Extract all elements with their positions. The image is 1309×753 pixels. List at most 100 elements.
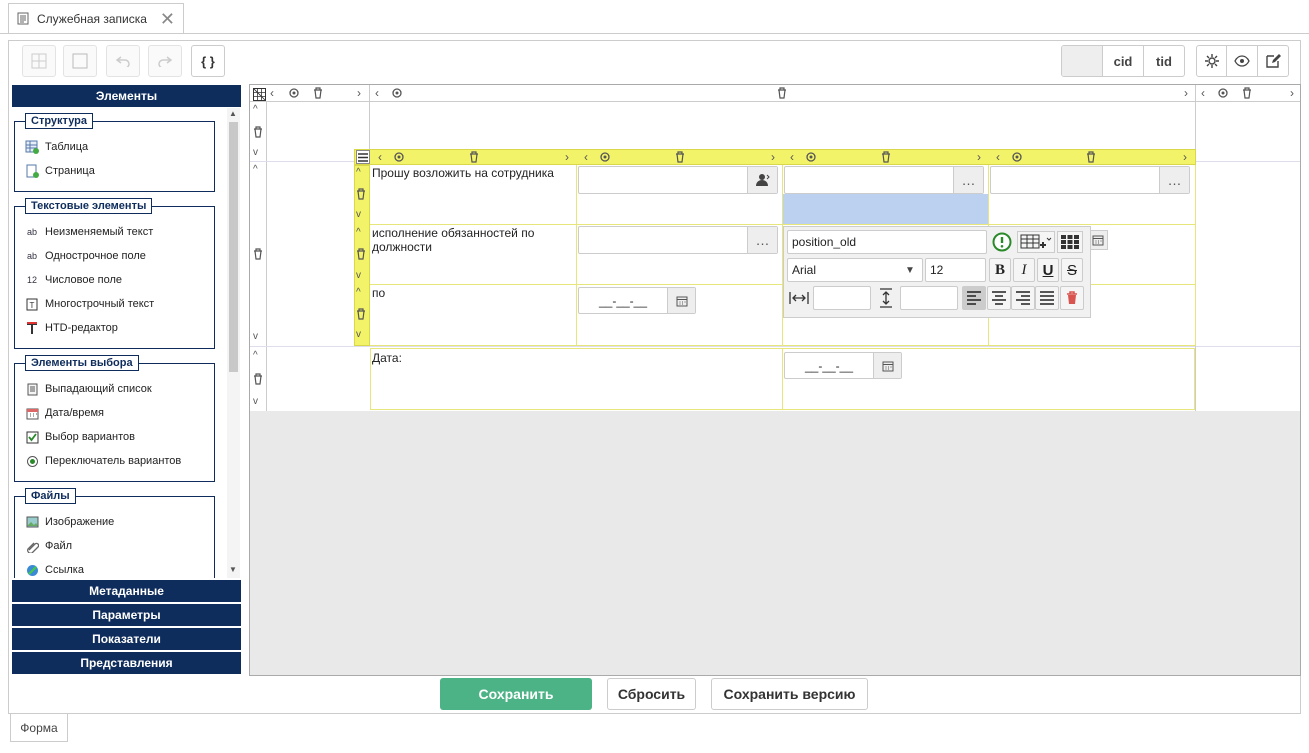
empty-toggle[interactable] — [1062, 46, 1103, 76]
row3-up-icon[interactable]: ^ — [253, 350, 258, 361]
row1-delete-icon[interactable] — [253, 126, 263, 138]
nrow1-down-icon[interactable]: v — [356, 209, 361, 220]
chevron-down-icon[interactable]: ▼ — [898, 265, 922, 276]
ellipsis-button-2[interactable]: … — [953, 167, 983, 193]
font-size-input[interactable]: 12 — [925, 258, 986, 282]
ncol2-delete-icon[interactable] — [675, 151, 685, 163]
nested-menu-icon[interactable] — [356, 150, 370, 164]
nrow1-delete-icon[interactable] — [356, 188, 366, 200]
element-dropdown[interactable]: Выпадающий список — [25, 382, 152, 396]
align-left-button[interactable] — [962, 286, 986, 310]
until-date-calendar-button[interactable] — [667, 288, 695, 313]
row3-down-icon[interactable]: v — [253, 396, 258, 407]
height-input[interactable] — [900, 286, 958, 310]
nrow3-down-icon[interactable]: v — [356, 329, 361, 340]
accordion-indicators[interactable]: Показатели — [12, 628, 241, 650]
until-date-input[interactable]: __-__-__ — [579, 294, 667, 308]
element-table[interactable]: Таблица — [25, 140, 88, 154]
col1-settings-icon[interactable] — [288, 87, 300, 99]
elements-header[interactable]: Элементы — [12, 85, 241, 107]
ncol2-left-icon[interactable]: ‹ — [584, 150, 588, 164]
width-input[interactable] — [813, 286, 871, 310]
ncol1-right-icon[interactable]: › — [565, 150, 569, 164]
insert-table-dropdown[interactable] — [1017, 231, 1055, 253]
col1-right-arrow-icon[interactable]: › — [357, 86, 361, 100]
ncol2-settings-icon[interactable] — [599, 151, 611, 163]
document-tab[interactable]: Служебная записка ✕ — [8, 3, 184, 33]
accordion-parameters[interactable]: Параметры — [12, 604, 241, 626]
align-justify-button[interactable] — [1035, 286, 1059, 310]
calendar-button-hidden[interactable] — [1088, 230, 1108, 250]
bold-button[interactable]: B — [989, 258, 1011, 282]
tid-toggle[interactable]: tid — [1144, 46, 1184, 76]
form-tab[interactable]: Форма — [10, 714, 68, 742]
select-employee-button[interactable] — [747, 167, 777, 193]
col3-left-arrow-icon[interactable]: ‹ — [1201, 86, 1205, 100]
nrow2-delete-icon[interactable] — [356, 248, 366, 260]
col1-left-arrow-icon[interactable]: ‹ — [270, 86, 274, 100]
col3-right-arrow-icon[interactable]: › — [1290, 86, 1294, 100]
align-right-button[interactable] — [1011, 286, 1035, 310]
col2-right-arrow-icon[interactable]: › — [1184, 86, 1188, 100]
date-input[interactable]: __-__-__ — [785, 359, 873, 373]
save-version-button[interactable]: Сохранить версию — [711, 678, 868, 710]
ncol3-left-icon[interactable]: ‹ — [790, 150, 794, 164]
field-name-input[interactable]: position_old — [787, 230, 987, 254]
until-date-field[interactable]: __-__-__ — [578, 287, 696, 314]
ncol1-left-icon[interactable]: ‹ — [378, 150, 382, 164]
ncol3-right-icon[interactable]: › — [977, 150, 981, 164]
undo-button[interactable] — [106, 45, 140, 77]
nrow3-delete-icon[interactable] — [356, 308, 366, 320]
reset-button[interactable]: Сбросить — [607, 678, 696, 710]
ellipsis-button[interactable]: … — [747, 227, 777, 253]
lookup-field-3[interactable]: … — [990, 166, 1190, 194]
save-button[interactable]: Сохранить — [440, 678, 592, 710]
element-image[interactable]: Изображение — [25, 515, 114, 529]
table-grid-icon[interactable] — [252, 87, 266, 101]
col3-settings-icon[interactable] — [1217, 87, 1229, 99]
grid-layout-button[interactable] — [22, 45, 56, 77]
element-single-line[interactable]: ab Однострочное поле — [25, 249, 146, 263]
ncol4-settings-icon[interactable] — [1011, 151, 1023, 163]
date-field[interactable]: __-__-__ — [784, 352, 902, 379]
ncol1-settings-icon[interactable] — [393, 151, 405, 163]
scroll-down-icon[interactable]: ▼ — [229, 565, 237, 574]
accordion-metadata[interactable]: Метаданные — [12, 580, 241, 602]
font-select[interactable]: Arial ▼ — [787, 258, 923, 282]
element-static-text[interactable]: ab Неизменяемый текст — [25, 225, 153, 239]
element-number[interactable]: 12 Числовое поле — [25, 273, 122, 287]
delete-element-button[interactable] — [1060, 286, 1084, 310]
scroll-up-icon[interactable]: ▲ — [229, 109, 237, 118]
position-field[interactable]: … — [578, 226, 778, 254]
element-multiline[interactable]: T Многострочный текст — [25, 297, 154, 311]
ncol4-delete-icon[interactable] — [1086, 151, 1096, 163]
employee-field[interactable] — [578, 166, 778, 194]
element-htd-editor[interactable]: HTD-редактор — [25, 321, 118, 335]
nrow2-up-icon[interactable]: ^ — [356, 227, 361, 238]
element-radio[interactable]: Переключатель вариантов — [25, 454, 181, 468]
col1-delete-icon[interactable] — [313, 87, 323, 99]
nrow1-up-icon[interactable]: ^ — [356, 167, 361, 178]
preview-button[interactable] — [1227, 46, 1258, 76]
element-checkbox[interactable]: Выбор вариантов — [25, 430, 135, 444]
ellipsis-button-3[interactable]: … — [1159, 167, 1189, 193]
ncol1-delete-icon[interactable] — [469, 151, 479, 163]
ncol3-settings-icon[interactable] — [805, 151, 817, 163]
ncol4-left-icon[interactable]: ‹ — [996, 150, 1000, 164]
cid-toggle[interactable]: cid — [1103, 46, 1144, 76]
col2-settings-icon[interactable] — [391, 87, 403, 99]
element-datetime[interactable]: Дата/время — [25, 406, 104, 420]
edit-mode-button[interactable] — [1258, 46, 1288, 76]
element-page[interactable]: Страница — [25, 164, 95, 178]
align-center-button[interactable] — [987, 286, 1011, 310]
strike-button[interactable]: S — [1061, 258, 1083, 282]
underline-button[interactable]: U — [1037, 258, 1059, 282]
row2-up-icon[interactable]: ^ — [253, 164, 258, 175]
scrollbar-thumb[interactable] — [229, 122, 238, 372]
lookup-field-2[interactable]: … — [784, 166, 984, 194]
required-toggle[interactable] — [991, 231, 1013, 253]
row3-delete-icon[interactable] — [253, 373, 263, 385]
close-tab-icon[interactable]: ✕ — [160, 10, 175, 28]
accordion-views[interactable]: Представления — [12, 652, 241, 674]
ncol3-delete-icon[interactable] — [881, 151, 891, 163]
